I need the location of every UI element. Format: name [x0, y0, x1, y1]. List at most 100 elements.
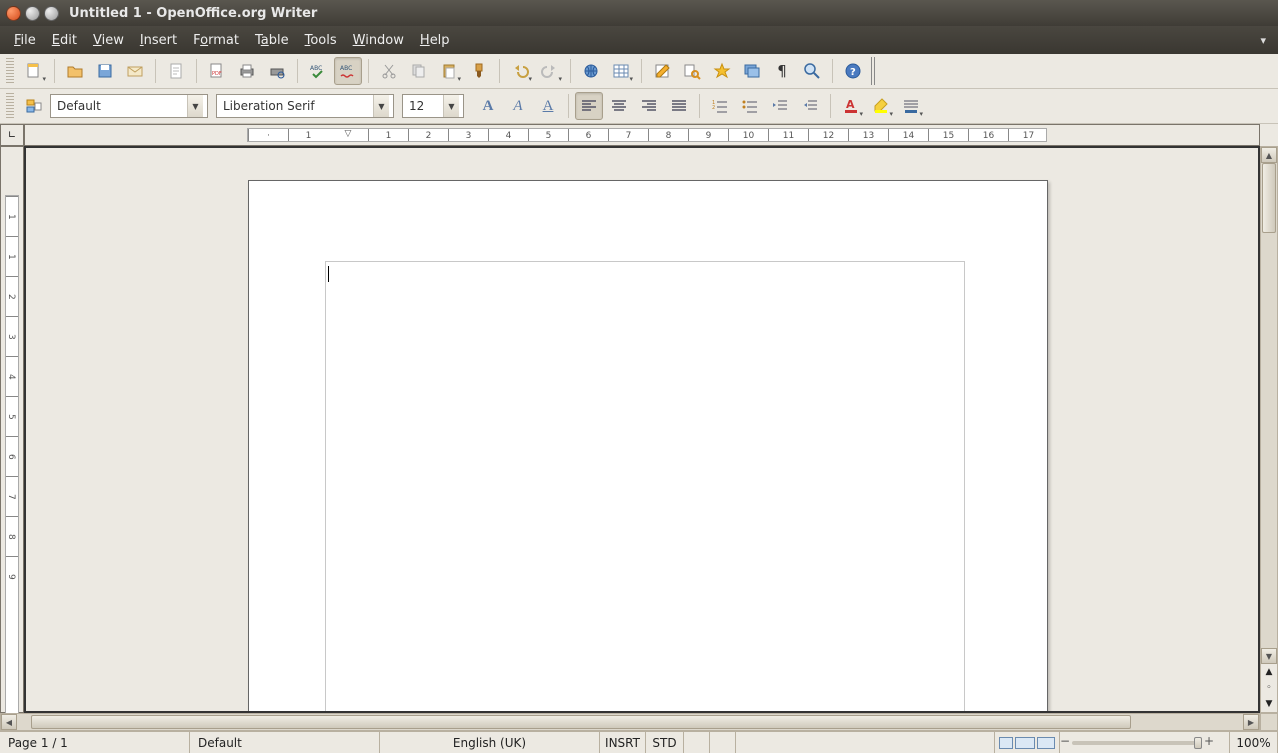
format-paintbrush-button[interactable]: [465, 57, 493, 85]
horizontal-scrollbar[interactable]: ◀ ▶: [0, 713, 1260, 731]
window-minimize-button[interactable]: [25, 6, 40, 21]
print-button[interactable]: [233, 57, 261, 85]
view-multi-page[interactable]: [1015, 737, 1035, 749]
scroll-corner: [1260, 713, 1278, 731]
toolbar-handle[interactable]: [871, 57, 877, 85]
navigator-button[interactable]: [708, 57, 736, 85]
window-maximize-button[interactable]: [44, 6, 59, 21]
export-pdf-button[interactable]: PDF: [203, 57, 231, 85]
open-button[interactable]: [61, 57, 89, 85]
menu-table[interactable]: Table: [247, 30, 297, 51]
zoom-button[interactable]: [798, 57, 826, 85]
vertical-scrollbar[interactable]: ▲ ▼ ▲ ◦ ▼: [1260, 146, 1278, 713]
scroll-down-arrow[interactable]: ▼: [1261, 648, 1277, 664]
cut-button[interactable]: [375, 57, 403, 85]
menu-window[interactable]: Window: [345, 30, 412, 51]
help-button[interactable]: ?: [839, 57, 867, 85]
highlight-button[interactable]: ▾: [867, 92, 895, 120]
nonprinting-chars-button[interactable]: ¶: [768, 57, 796, 85]
svg-text:ABC: ABC: [310, 65, 322, 72]
spellcheck-button[interactable]: ABC: [304, 57, 332, 85]
show-draw-functions-button[interactable]: [648, 57, 676, 85]
redo-button[interactable]: ▾: [536, 57, 564, 85]
menu-view[interactable]: View: [85, 30, 132, 51]
status-modified[interactable]: [684, 732, 710, 753]
zoom-slider-cell: [1060, 732, 1230, 753]
bold-button[interactable]: A: [474, 92, 502, 120]
status-language[interactable]: English (UK): [380, 732, 600, 753]
page[interactable]: [248, 180, 1048, 713]
autospellcheck-button[interactable]: ABC: [334, 57, 362, 85]
status-page[interactable]: Page 1 / 1: [0, 732, 190, 753]
styles-button[interactable]: [20, 92, 48, 120]
scroll-thumb[interactable]: [31, 715, 1131, 729]
zoom-slider[interactable]: [1072, 741, 1202, 745]
text-frame[interactable]: [325, 261, 965, 713]
zoom-knob[interactable]: [1194, 737, 1202, 749]
font-size-combo[interactable]: 12 ▼: [402, 94, 464, 118]
menu-edit[interactable]: Edit: [44, 30, 85, 51]
status-insert-mode[interactable]: INSRT: [600, 732, 646, 753]
status-zoom[interactable]: 100%: [1230, 732, 1278, 753]
menu-file[interactable]: File: [6, 30, 44, 51]
ruler-corner[interactable]: ∟: [0, 124, 24, 146]
svg-text:PDF: PDF: [212, 71, 222, 77]
italic-button[interactable]: A: [504, 92, 532, 120]
align-center-button[interactable]: [605, 92, 633, 120]
window-close-button[interactable]: [6, 6, 21, 21]
chevron-down-icon[interactable]: ▼: [187, 95, 203, 117]
nav-select[interactable]: ◦: [1261, 680, 1277, 696]
document-area[interactable]: [24, 146, 1260, 713]
save-button[interactable]: [91, 57, 119, 85]
new-button[interactable]: ▾: [20, 57, 48, 85]
vertical-ruler[interactable]: 1 1 2 3 4 5 6 7 8 9: [0, 146, 24, 713]
chevron-down-icon[interactable]: ▼: [373, 95, 389, 117]
scroll-up-arrow[interactable]: ▲: [1261, 147, 1277, 163]
bullet-list-button[interactable]: [736, 92, 764, 120]
nav-prev-page[interactable]: ▲: [1261, 664, 1277, 680]
font-size-value: 12: [409, 99, 424, 113]
status-style[interactable]: Default: [190, 732, 380, 753]
edit-file-button[interactable]: [162, 57, 190, 85]
background-color-button[interactable]: ▾: [897, 92, 925, 120]
underline-button[interactable]: A: [534, 92, 562, 120]
horizontal-ruler[interactable]: · 1 ▽ 1 2 3 4 5 6 7 8 9 10 11 12 13 14 1…: [24, 124, 1260, 146]
hyperlink-button[interactable]: [577, 57, 605, 85]
menu-tools[interactable]: Tools: [297, 30, 345, 51]
scroll-right-arrow[interactable]: ▶: [1243, 714, 1259, 730]
statusbar: Page 1 / 1 Default English (UK) INSRT ST…: [0, 731, 1278, 753]
text-cursor: [328, 266, 329, 282]
paragraph-style-combo[interactable]: Default ▼: [50, 94, 208, 118]
email-button[interactable]: [121, 57, 149, 85]
status-signature[interactable]: [710, 732, 736, 753]
paste-button[interactable]: ▾: [435, 57, 463, 85]
view-book[interactable]: [1037, 737, 1055, 749]
align-left-button[interactable]: [575, 92, 603, 120]
scroll-left-arrow[interactable]: ◀: [1, 714, 17, 730]
toolbar-handle[interactable]: [6, 58, 14, 84]
table-button[interactable]: ▾: [607, 57, 635, 85]
view-single-page[interactable]: [999, 737, 1013, 749]
decrease-indent-button[interactable]: [766, 92, 794, 120]
menu-format[interactable]: Format: [185, 30, 247, 51]
numbered-list-button[interactable]: 12: [706, 92, 734, 120]
menubar-overflow[interactable]: ▾: [1254, 34, 1272, 47]
chevron-down-icon[interactable]: ▼: [443, 95, 459, 117]
gallery-button[interactable]: [738, 57, 766, 85]
nav-next-page[interactable]: ▼: [1261, 696, 1277, 712]
align-justify-button[interactable]: [665, 92, 693, 120]
status-selection-mode[interactable]: STD: [646, 732, 684, 753]
menu-help[interactable]: Help: [412, 30, 458, 51]
align-right-button[interactable]: [635, 92, 663, 120]
toolbar-handle[interactable]: [6, 93, 14, 119]
menu-insert[interactable]: Insert: [132, 30, 185, 51]
copy-button[interactable]: [405, 57, 433, 85]
font-name-combo[interactable]: Liberation Serif ▼: [216, 94, 394, 118]
find-replace-button[interactable]: [678, 57, 706, 85]
scroll-thumb[interactable]: [1262, 163, 1276, 233]
print-preview-button[interactable]: [263, 57, 291, 85]
font-name-value: Liberation Serif: [223, 99, 315, 113]
undo-button[interactable]: ▾: [506, 57, 534, 85]
font-color-button[interactable]: A▾: [837, 92, 865, 120]
increase-indent-button[interactable]: [796, 92, 824, 120]
